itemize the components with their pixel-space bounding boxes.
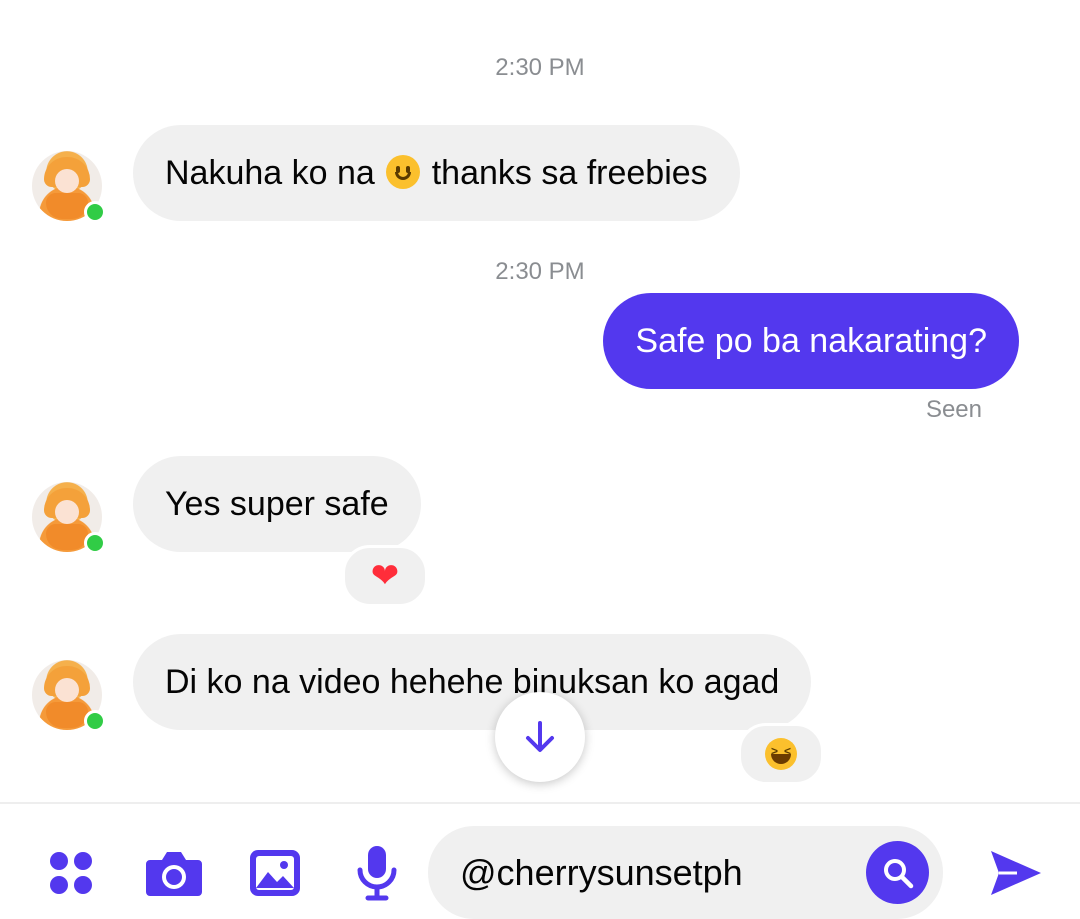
gallery-icon [250,850,300,896]
avatar-body [46,193,88,219]
microphone-icon [357,846,397,901]
contact-avatar[interactable] [32,482,106,554]
message-text: Di ko na video hehehe binuksan ko agad [165,663,780,701]
message-text: Yes super safe [165,485,389,523]
message-reaction[interactable]: > < [738,723,824,785]
message-bubble-incoming[interactable]: Nakuha ko na thanks sa freebies [133,125,740,221]
gallery-button[interactable] [247,846,303,900]
search-button[interactable] [866,841,929,904]
voice-message-button[interactable] [352,844,402,902]
seen-status: Seen [925,396,982,423]
apps-button[interactable] [44,846,98,900]
avatar-face [55,678,79,702]
avatar-face [55,500,79,524]
message-reaction[interactable]: ❤ [342,545,428,607]
message-input-text[interactable]: @cherrysunsetph [460,846,743,900]
avatar-body [46,702,88,728]
message-text: Nakuha ko na [165,154,375,192]
apps-icon [50,852,92,894]
camera-button[interactable] [143,846,205,900]
message-text: thanks sa freebies [431,154,708,192]
arrow-down-icon [526,721,554,752]
online-status-dot [84,532,106,554]
timestamp: 2:30 PM [495,258,585,285]
online-status-dot [84,201,106,223]
online-status-dot [84,710,106,732]
contact-avatar[interactable] [32,151,106,223]
smiling-face-emoji-icon [386,155,421,189]
message-bubble-outgoing[interactable]: Safe po ba nakarating? [603,293,1019,389]
laughing-face-reaction-icon: > < [765,738,797,770]
send-button[interactable] [985,845,1045,901]
contact-avatar[interactable] [32,660,106,732]
camera-icon [146,852,202,896]
heart-reaction-icon: ❤ [370,557,400,595]
avatar-body [46,524,88,550]
scroll-to-bottom-button[interactable] [495,692,585,782]
message-bubble-incoming[interactable]: Yes super safe [133,456,421,552]
message-text: Safe po ba nakarating? [635,322,987,360]
search-icon [883,858,913,888]
send-icon [991,851,1041,895]
avatar-face [55,169,79,193]
message-bubble-incoming[interactable]: Di ko na video hehehe binuksan ko agad [133,634,812,730]
timestamp: 2:30 PM [495,54,585,81]
